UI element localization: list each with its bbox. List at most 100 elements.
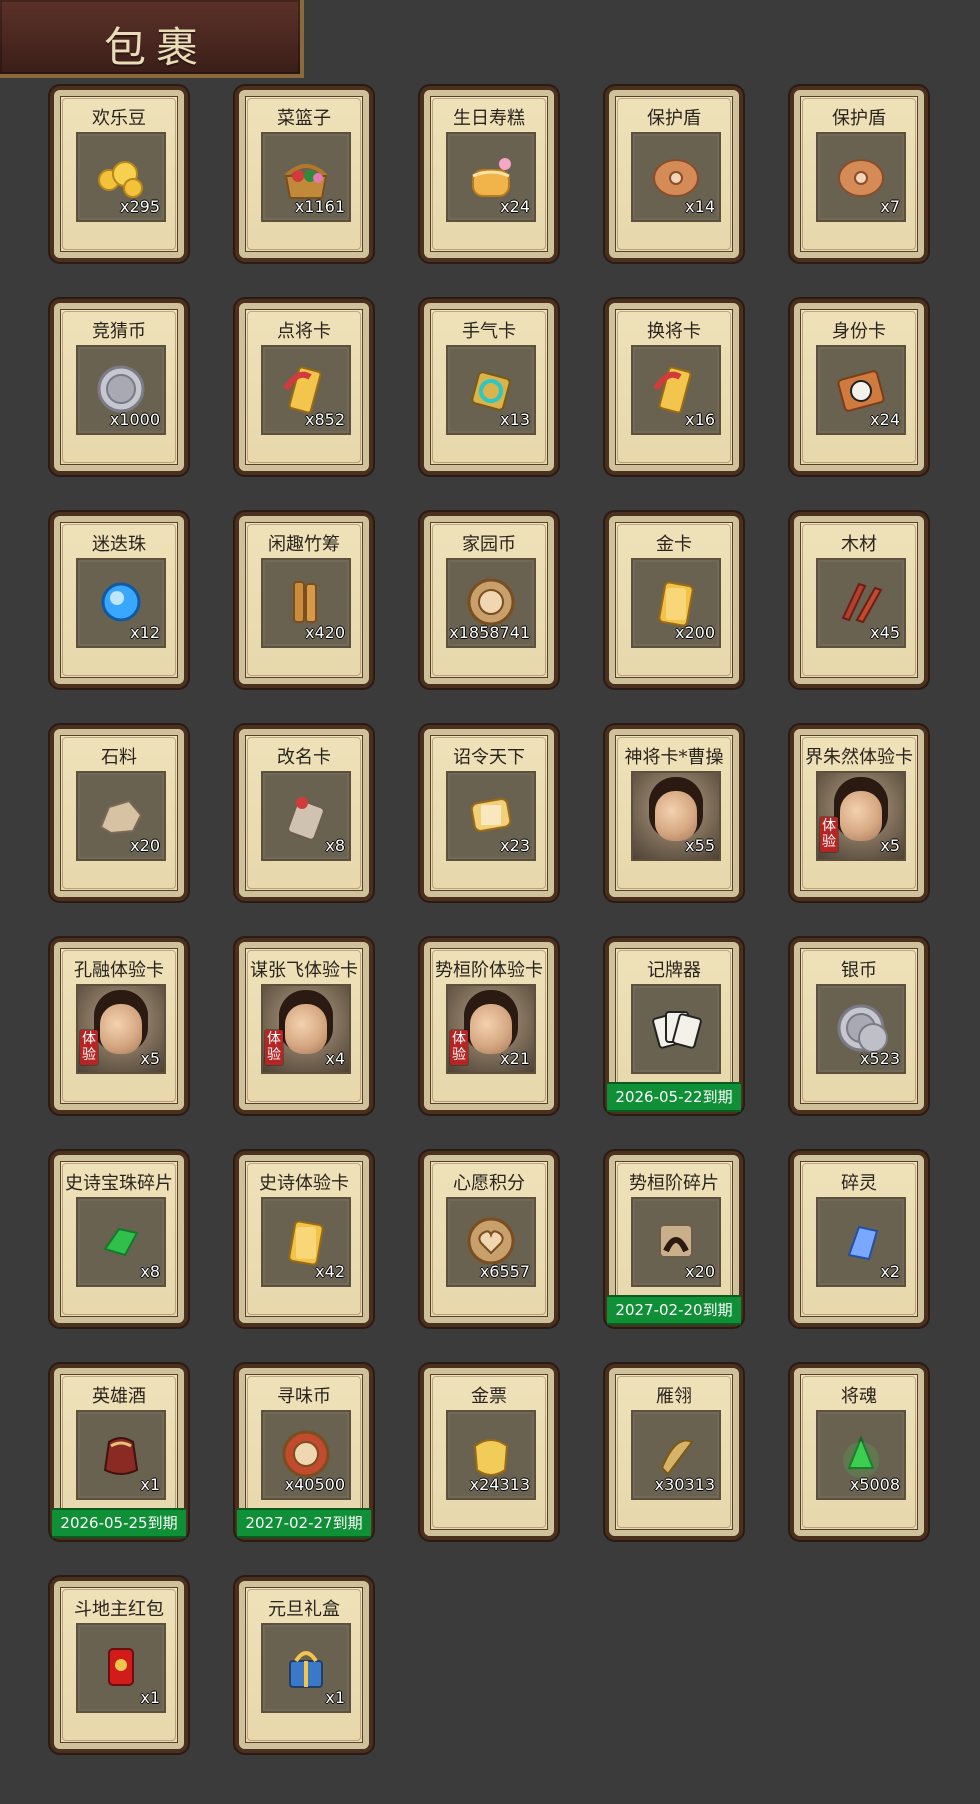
- item-quantity: x5008: [849, 1475, 900, 1494]
- inventory-card: 木材 x45: [794, 516, 924, 684]
- inventory-slot[interactable]: 手气卡 x13: [424, 303, 554, 471]
- item-name: 银币: [841, 960, 877, 981]
- item-quantity: x1: [140, 1475, 160, 1494]
- inventory-slot[interactable]: 心愿积分 x6557: [424, 1155, 554, 1323]
- inventory-slot[interactable]: 势桓阶碎片 x20 2027-02-20到期: [607, 1155, 741, 1325]
- inventory-slot[interactable]: 生日寿糕 x24: [424, 90, 554, 258]
- inventory-slot[interactable]: 欢乐豆 x295: [54, 90, 184, 258]
- item-quantity: x8: [325, 836, 345, 855]
- inventory-slot[interactable]: 碎灵 x2: [794, 1155, 924, 1323]
- inventory-card: 界朱然体验卡体 验 x5: [794, 729, 924, 897]
- inventory-slot[interactable]: 斗地主红包 x1: [54, 1581, 184, 1749]
- item-icon-frame: x16: [631, 345, 721, 435]
- trial-badge: 体 验: [450, 1030, 468, 1065]
- item-name: 诏令天下: [453, 747, 525, 768]
- inventory-slot[interactable]: 孔融体验卡体 验 x5: [54, 942, 184, 1110]
- item-quantity: x2: [880, 1262, 900, 1281]
- inventory-slot[interactable]: 换将卡 x16: [609, 303, 739, 471]
- inventory-slot[interactable]: 菜篮子 x1161: [239, 90, 369, 258]
- portrait-face: [655, 791, 697, 841]
- item-name: 史诗体验卡: [259, 1173, 349, 1194]
- portrait-face: [285, 1004, 327, 1054]
- inventory-slot[interactable]: 金票 x24313: [424, 1368, 554, 1536]
- inventory-slot[interactable]: 谋张飞体验卡体 验 x4: [239, 942, 369, 1110]
- item-icon: [646, 998, 706, 1058]
- item-name: 心愿积分: [453, 1173, 525, 1194]
- item-quantity: x20: [685, 1262, 715, 1281]
- item-icon-frame: x6557: [446, 1197, 536, 1287]
- item-name: 改名卡: [277, 747, 331, 768]
- inventory-slot[interactable]: 石料 x20: [54, 729, 184, 897]
- item-icon-frame: x1: [261, 1623, 351, 1713]
- inventory-card: 手气卡 x13: [424, 303, 554, 471]
- item-name: 势桓阶体验卡: [435, 960, 543, 981]
- item-icon-frame: x42: [261, 1197, 351, 1287]
- item-icon-frame: x1161: [261, 132, 351, 222]
- inventory-card: 点将卡 x852: [239, 303, 369, 471]
- item-quantity: x8: [140, 1262, 160, 1281]
- inventory-card: 英雄酒 x1 2026-05-25到期: [52, 1368, 186, 1538]
- inventory-slot[interactable]: 改名卡 x8: [239, 729, 369, 897]
- inventory-slot[interactable]: 银币 x523: [794, 942, 924, 1110]
- inventory-slot[interactable]: 记牌器 2026-05-22到期: [607, 942, 741, 1112]
- item-quantity: x1: [140, 1688, 160, 1707]
- item-name: 史诗宝珠碎片: [65, 1173, 173, 1194]
- item-quantity: x24: [500, 197, 530, 216]
- inventory-card: 改名卡 x8: [239, 729, 369, 897]
- item-quantity: x4: [325, 1049, 345, 1068]
- inventory-card: 孔融体验卡体 验 x5: [54, 942, 184, 1110]
- item-name: 寻味币: [277, 1386, 331, 1407]
- item-name: 竞猜币: [92, 321, 146, 342]
- inventory-slot[interactable]: 英雄酒 x1 2026-05-25到期: [52, 1368, 186, 1538]
- item-name: 势桓阶碎片: [629, 1173, 719, 1194]
- inventory-slot[interactable]: 界朱然体验卡体 验 x5: [794, 729, 924, 897]
- inventory-slot[interactable]: 诏令天下 x23: [424, 729, 554, 897]
- inventory-slot[interactable]: 保护盾 x14: [609, 90, 739, 258]
- item-icon-frame: [631, 984, 721, 1074]
- inventory-card: 保护盾 x7: [794, 90, 924, 258]
- item-icon-frame: x8: [76, 1197, 166, 1287]
- item-icon-frame: 体 验 x5: [76, 984, 166, 1074]
- inventory-slot[interactable]: 势桓阶体验卡体 验 x21: [424, 942, 554, 1110]
- inventory-card: 生日寿糕 x24: [424, 90, 554, 258]
- inventory-slot[interactable]: 金卡 x200: [609, 516, 739, 684]
- inventory-slot[interactable]: 史诗体验卡 x42: [239, 1155, 369, 1323]
- item-quantity: x5: [880, 836, 900, 855]
- inventory-card: 势桓阶体验卡体 验 x21: [424, 942, 554, 1110]
- item-name: 换将卡: [647, 321, 701, 342]
- inventory-slot[interactable]: 史诗宝珠碎片 x8: [54, 1155, 184, 1323]
- item-icon-frame: x24313: [446, 1410, 536, 1500]
- inventory-slot[interactable]: 保护盾 x7: [794, 90, 924, 258]
- inventory-slot[interactable]: 家园币 x1858741: [424, 516, 554, 684]
- inventory-slot[interactable]: 闲趣竹筹 x420: [239, 516, 369, 684]
- inventory-slot[interactable]: 寻味币 x40500 2027-02-27到期: [237, 1368, 371, 1538]
- inventory-slot[interactable]: 将魂 x5008: [794, 1368, 924, 1536]
- item-quantity: x12: [130, 623, 160, 642]
- inventory-slot[interactable]: 木材 x45: [794, 516, 924, 684]
- item-quantity: x1: [325, 1688, 345, 1707]
- inventory-card: 寻味币 x40500 2027-02-27到期: [237, 1368, 371, 1538]
- inventory-card: 史诗体验卡 x42: [239, 1155, 369, 1323]
- inventory-slot[interactable]: 迷迭珠 x12: [54, 516, 184, 684]
- inventory-slot[interactable]: 神将卡*曹操 x55: [609, 729, 739, 897]
- item-name: 保护盾: [647, 108, 701, 129]
- inventory-slot[interactable]: 雁翎 x30313: [609, 1368, 739, 1536]
- inventory-card: 诏令天下 x23: [424, 729, 554, 897]
- inventory-card: 碎灵 x2: [794, 1155, 924, 1323]
- inventory-slot[interactable]: 元旦礼盒 x1: [239, 1581, 369, 1749]
- portrait-face: [100, 1004, 142, 1054]
- item-quantity: x200: [674, 623, 715, 642]
- inventory-slot[interactable]: 身份卡 x24: [794, 303, 924, 471]
- inventory-grid: 欢乐豆 x295 菜篮子 x1161 生日寿糕 x24 保护盾 x14 保护盾 x7 竞猜币 x100…: [0, 0, 980, 1804]
- item-quantity: x30313: [654, 1475, 715, 1494]
- inventory-card: 欢乐豆 x295: [54, 90, 184, 258]
- item-icon-frame: x40500: [261, 1410, 351, 1500]
- item-name: 谋张飞体验卡: [250, 960, 358, 981]
- item-quantity: x55: [685, 836, 715, 855]
- inventory-slot[interactable]: 竞猜币 x1000: [54, 303, 184, 471]
- item-quantity: x24313: [469, 1475, 530, 1494]
- inventory-card: 元旦礼盒 x1: [239, 1581, 369, 1749]
- inventory-slot[interactable]: 点将卡 x852: [239, 303, 369, 471]
- item-name: 金卡: [656, 534, 692, 555]
- item-name: 金票: [471, 1386, 507, 1407]
